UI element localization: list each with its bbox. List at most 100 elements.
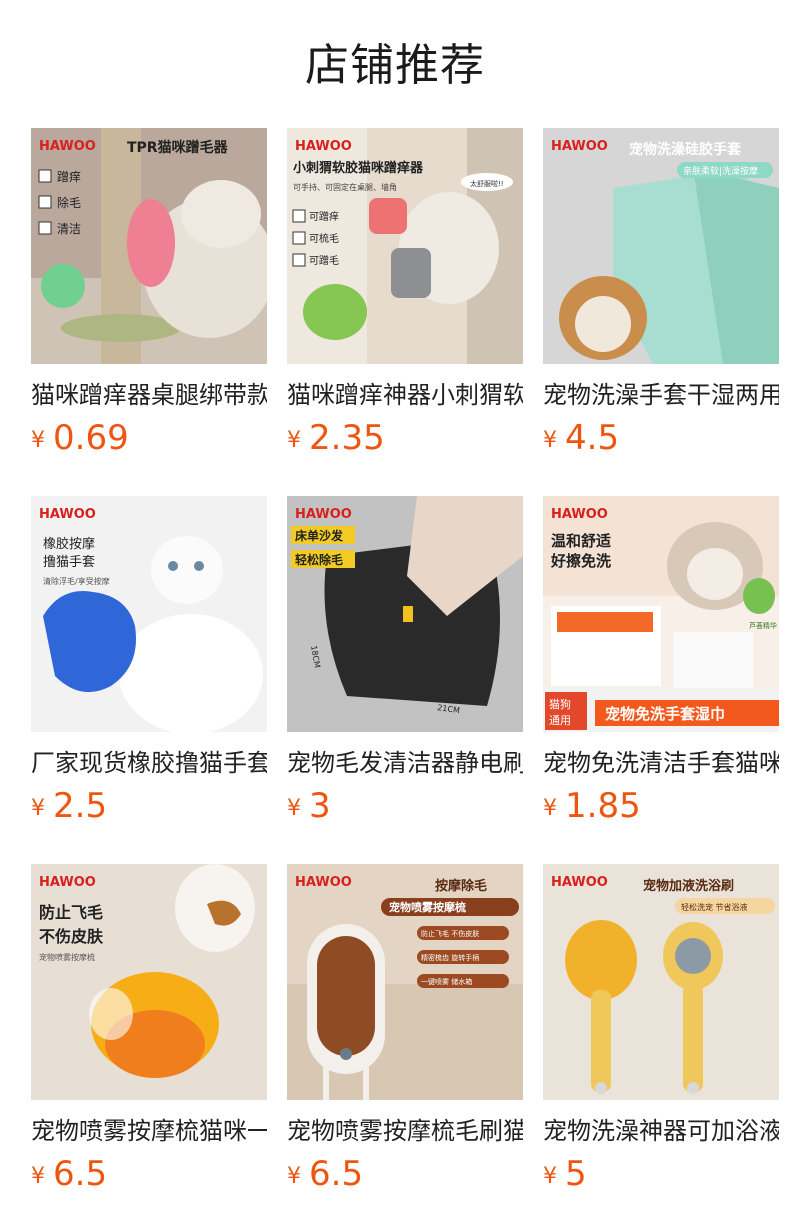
feature-label: 蹭痒	[57, 169, 81, 184]
product-name[interactable]: 厂家现货橡胶撸猫手套	[31, 746, 267, 780]
price-value: 4.5	[565, 418, 620, 458]
corner-tag: 猫狗	[549, 698, 571, 711]
image-headline: 小刺猬软胶猫咪蹭痒器	[293, 160, 424, 176]
product-price: ¥5	[543, 1152, 779, 1202]
product-card[interactable]: HAWOO 宠物洗澡硅胶手套 亲肤柔软|洗澡按摩 宠物洗澡手套干湿两用 ¥4.5	[543, 128, 779, 496]
product-image[interactable]: HAWOO 按摩除毛 宠物喷雾按摩梳 防止飞毛 不伤皮肤 精密梳齿 旋转手柄 一…	[287, 864, 523, 1100]
product-image[interactable]: HAWOO 宠物加液洗浴刷 轻松洗宠 节省浴液	[543, 864, 779, 1100]
currency-symbol: ¥	[31, 796, 45, 821]
currency-symbol: ¥	[287, 796, 301, 821]
currency-symbol: ¥	[287, 428, 301, 453]
image-headline: 宠物喷雾按摩梳	[389, 900, 466, 914]
product-price: ¥1.85	[543, 784, 779, 834]
product-price: ¥6.5	[31, 1152, 267, 1202]
image-headline: 不伤皮肤	[39, 927, 104, 946]
product-name[interactable]: 宠物喷雾按摩梳猫咪一	[31, 1114, 267, 1148]
image-subline: 宠物喷雾按摩梳	[39, 952, 95, 962]
image-headline: 橡胶按摩	[43, 536, 95, 552]
feature-badge: 防止飞毛 不伤皮肤	[421, 929, 479, 938]
product-image[interactable]: TPR猫咪蹭毛器 HAWOO 蹭痒 除毛 清洁	[31, 128, 267, 364]
product-name[interactable]: 宠物喷雾按摩梳毛刷猫	[287, 1114, 523, 1148]
product-image-art: HAWOO 橡胶按摩 撸猫手套 清除浮毛/享受按摩	[31, 496, 267, 732]
brand-logo: HAWOO	[551, 139, 608, 154]
product-price: ¥2.5	[31, 784, 267, 834]
price-value: 3	[309, 786, 331, 826]
feature-badge: 一键喷雾 储水箱	[421, 977, 472, 986]
speech-bubble: 太舒服啦!!	[470, 179, 504, 188]
product-name[interactable]: 宠物毛发清洁器静电刷	[287, 746, 523, 780]
product-name[interactable]: 猫咪蹭痒器桌腿绑带款	[31, 378, 267, 412]
brand-logo: HAWOO	[295, 507, 352, 522]
product-card[interactable]: HAWOO 床单沙发 轻松除毛 18CM 21CM 宠物毛发清洁器静电刷 ¥3	[287, 496, 523, 864]
product-grid: TPR猫咪蹭毛器 HAWOO 蹭痒 除毛 清洁 猫咪蹭痒器桌腿绑带款 ¥0.69	[31, 128, 779, 1232]
brand-logo: HAWOO	[295, 139, 352, 154]
product-image-art: HAWOO 防止飞毛 不伤皮肤 宠物喷雾按摩梳	[31, 864, 267, 1100]
price-value: 6.5	[53, 1154, 108, 1194]
currency-symbol: ¥	[543, 796, 557, 821]
side-tag: 芦荟精华	[749, 621, 777, 630]
product-image-art: HAWOO 床单沙发 轻松除毛 18CM 21CM	[287, 496, 523, 732]
product-price: ¥2.35	[287, 416, 523, 466]
corner-tag: 通用	[549, 714, 571, 727]
product-card[interactable]: HAWOO 宠物加液洗浴刷 轻松洗宠 节省浴液 宠物洗澡神器可加浴液 ¥5	[543, 864, 779, 1232]
product-image[interactable]: HAWOO 宠物洗澡硅胶手套 亲肤柔软|洗澡按摩	[543, 128, 779, 364]
brand-logo: HAWOO	[295, 875, 352, 890]
product-image[interactable]: HAWOO 橡胶按摩 撸猫手套 清除浮毛/享受按摩	[31, 496, 267, 732]
product-image[interactable]: HAWOO 小刺猬软胶猫咪蹭痒器 可手持、可固定在桌腿、墙角 太舒服啦!! 可蹭…	[287, 128, 523, 364]
image-subline: 可手持、可固定在桌腿、墙角	[293, 182, 397, 192]
feature-label: 可蹭痒	[309, 210, 339, 223]
product-image[interactable]: HAWOO 防止飞毛 不伤皮肤 宠物喷雾按摩梳	[31, 864, 267, 1100]
product-name[interactable]: 宠物洗澡神器可加浴液	[543, 1114, 779, 1148]
product-image-art: TPR猫咪蹭毛器 HAWOO 蹭痒 除毛 清洁	[31, 128, 267, 364]
image-headline: 宠物洗澡硅胶手套	[629, 141, 741, 158]
image-subline: 亲肤柔软|洗澡按摩	[683, 165, 758, 177]
product-card[interactable]: HAWOO 橡胶按摩 撸猫手套 清除浮毛/享受按摩 厂家现货橡胶撸猫手套 ¥2.…	[31, 496, 267, 864]
product-price: ¥4.5	[543, 416, 779, 466]
product-image-art: HAWOO 按摩除毛 宠物喷雾按摩梳 防止飞毛 不伤皮肤 精密梳齿 旋转手柄 一…	[287, 864, 523, 1100]
brand-logo: HAWOO	[39, 875, 96, 890]
banner-text: 宠物免洗手套湿巾	[605, 705, 725, 723]
product-name[interactable]: 宠物免洗清洁手套猫咪	[543, 746, 779, 780]
price-value: 2.5	[53, 786, 108, 826]
product-image[interactable]: HAWOO 床单沙发 轻松除毛 18CM 21CM	[287, 496, 523, 732]
price-value: 2.35	[309, 418, 385, 458]
page-title: 店铺推荐	[305, 40, 485, 91]
currency-symbol: ¥	[287, 1164, 301, 1189]
brand-logo: HAWOO	[39, 139, 96, 154]
currency-symbol: ¥	[543, 1164, 557, 1189]
product-price: ¥0.69	[31, 416, 267, 466]
brand-logo: HAWOO	[39, 507, 96, 522]
product-image-art: HAWOO 宠物洗澡硅胶手套 亲肤柔软|洗澡按摩	[543, 128, 779, 364]
price-value: 6.5	[309, 1154, 364, 1194]
image-headline: 宠物加液洗浴刷	[643, 878, 734, 894]
product-price: ¥3	[287, 784, 523, 834]
currency-symbol: ¥	[543, 428, 557, 453]
product-card[interactable]: HAWOO 小刺猬软胶猫咪蹭痒器 可手持、可固定在桌腿、墙角 太舒服啦!! 可蹭…	[287, 128, 523, 496]
product-image[interactable]: HAWOO 温和舒适 好擦免洗 芦荟精华 宠物免洗手套湿巾 猫狗 通用	[543, 496, 779, 732]
product-image-art: HAWOO 宠物加液洗浴刷 轻松洗宠 节省浴液	[543, 864, 779, 1100]
currency-symbol: ¥	[31, 1164, 45, 1189]
product-name[interactable]: 猫咪蹭痒神器小刺猬软胶	[287, 378, 523, 412]
image-tag: 轻松除毛	[295, 552, 343, 567]
image-headline: 按摩除毛	[435, 878, 487, 894]
product-price: ¥6.5	[287, 1152, 523, 1202]
image-headline: TPR猫咪蹭毛器	[127, 139, 229, 156]
product-card[interactable]: HAWOO 防止飞毛 不伤皮肤 宠物喷雾按摩梳 宠物喷雾按摩梳猫咪一 ¥6.5	[31, 864, 267, 1232]
feature-label: 可梳毛	[309, 232, 339, 245]
feature-label: 除毛	[57, 195, 81, 210]
product-image-art: HAWOO 温和舒适 好擦免洗 芦荟精华 宠物免洗手套湿巾 猫狗 通用	[543, 496, 779, 732]
product-image-art: HAWOO 小刺猬软胶猫咪蹭痒器 可手持、可固定在桌腿、墙角 太舒服啦!! 可蹭…	[287, 128, 523, 364]
feature-badge: 精密梳齿 旋转手柄	[421, 953, 479, 962]
image-tag: 床单沙发	[295, 528, 344, 543]
product-card[interactable]: HAWOO 按摩除毛 宠物喷雾按摩梳 防止飞毛 不伤皮肤 精密梳齿 旋转手柄 一…	[287, 864, 523, 1232]
feature-label: 可蹭毛	[309, 254, 339, 267]
price-value: 1.85	[565, 786, 641, 826]
product-card[interactable]: TPR猫咪蹭毛器 HAWOO 蹭痒 除毛 清洁 猫咪蹭痒器桌腿绑带款 ¥0.69	[31, 128, 267, 496]
image-subline: 清除浮毛/享受按摩	[43, 576, 110, 586]
image-headline: 温和舒适	[551, 532, 611, 550]
product-card[interactable]: HAWOO 温和舒适 好擦免洗 芦荟精华 宠物免洗手套湿巾 猫狗 通用 宠物免洗…	[543, 496, 779, 864]
image-subline: 轻松洗宠 节省浴液	[681, 902, 748, 912]
brand-logo: HAWOO	[551, 507, 608, 522]
product-name[interactable]: 宠物洗澡手套干湿两用	[543, 378, 779, 412]
image-headline: 防止飞毛	[39, 903, 103, 922]
